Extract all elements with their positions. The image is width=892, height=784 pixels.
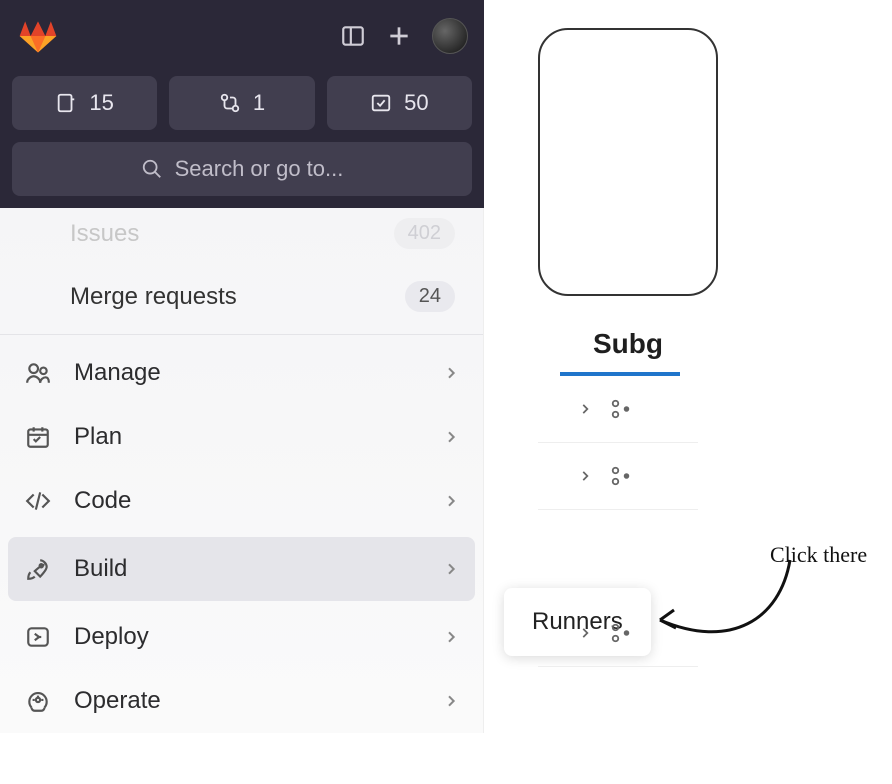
chevron-right-icon bbox=[578, 469, 592, 483]
nav-label: Operate bbox=[74, 687, 161, 715]
chevron-right-icon bbox=[443, 629, 459, 645]
chevron-right-icon bbox=[443, 365, 459, 381]
subgroup-icon bbox=[610, 398, 632, 420]
chevron-right-icon bbox=[443, 693, 459, 709]
issues-count-badge: 402 bbox=[394, 218, 455, 249]
sidebar: 15 1 50 Search or go to... bbox=[0, 0, 484, 784]
counter-value: 15 bbox=[89, 90, 113, 116]
plus-icon[interactable] bbox=[386, 23, 412, 49]
panel-toggle-icon[interactable] bbox=[340, 23, 366, 49]
nav-label: Manage bbox=[74, 359, 161, 387]
tab-subgroups[interactable]: Subg bbox=[538, 328, 718, 368]
chevron-right-icon bbox=[443, 429, 459, 445]
chevron-right-icon bbox=[578, 402, 592, 416]
subgroup-row[interactable] bbox=[538, 376, 698, 443]
nav-item-issues[interactable]: Issues 402 bbox=[0, 208, 483, 265]
nav-item-deploy[interactable]: Deploy bbox=[0, 605, 483, 669]
top-bar bbox=[0, 0, 484, 72]
counters-row: 15 1 50 bbox=[0, 72, 484, 130]
users-icon bbox=[24, 359, 52, 387]
top-bar-actions bbox=[340, 18, 468, 54]
nav-label: Deploy bbox=[74, 623, 149, 651]
mr-count-badge: 24 bbox=[405, 281, 455, 312]
annotation-text: Click there bbox=[770, 542, 867, 568]
nav-label: Code bbox=[74, 487, 131, 515]
user-avatar[interactable] bbox=[432, 18, 468, 54]
counter-value: 1 bbox=[253, 90, 265, 116]
nav-label: Plan bbox=[74, 423, 122, 451]
gitlab-logo-icon[interactable] bbox=[16, 14, 60, 58]
divider bbox=[0, 334, 483, 335]
nav-item-plan[interactable]: Plan bbox=[0, 405, 483, 469]
search-icon bbox=[141, 158, 163, 180]
counter-review-mrs[interactable]: 1 bbox=[169, 76, 314, 130]
deploy-icon bbox=[24, 623, 52, 651]
nav-item-manage[interactable]: Manage bbox=[0, 341, 483, 405]
search-placeholder: Search or go to... bbox=[175, 156, 344, 182]
nav-list: Issues 402 Merge requests 24 Manage bbox=[0, 208, 484, 733]
nav-label: Issues bbox=[70, 220, 139, 248]
group-avatar-placeholder bbox=[538, 28, 718, 296]
calendar-icon bbox=[24, 423, 52, 451]
operate-icon bbox=[24, 687, 52, 715]
chevron-right-icon bbox=[443, 493, 459, 509]
search-container: Search or go to... bbox=[0, 130, 484, 208]
nav-item-code[interactable]: Code bbox=[0, 469, 483, 533]
counter-todos[interactable]: 50 bbox=[327, 76, 472, 130]
counter-assigned-mrs[interactable]: 15 bbox=[12, 76, 157, 130]
nav-label: Merge requests bbox=[70, 283, 237, 311]
nav-label: Build bbox=[74, 555, 127, 583]
chevron-right-icon bbox=[443, 561, 459, 577]
nav-item-build[interactable]: Build bbox=[8, 537, 475, 601]
code-icon bbox=[24, 487, 52, 515]
nav-item-merge-requests[interactable]: Merge requests 24 bbox=[0, 265, 483, 328]
chevron-right-icon bbox=[578, 626, 592, 640]
rocket-icon bbox=[24, 555, 52, 583]
search-input[interactable]: Search or go to... bbox=[12, 142, 472, 196]
counter-value: 50 bbox=[404, 90, 428, 116]
subgroup-row[interactable] bbox=[538, 443, 698, 510]
subgroup-icon bbox=[610, 622, 632, 644]
nav-item-operate[interactable]: Operate bbox=[0, 669, 483, 733]
subgroup-icon bbox=[610, 465, 632, 487]
